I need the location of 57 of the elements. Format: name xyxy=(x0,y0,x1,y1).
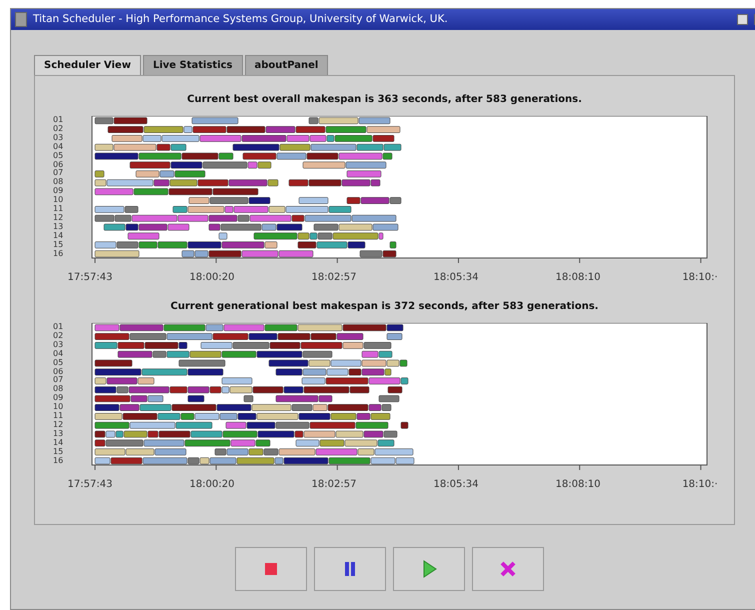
row-label: 10 xyxy=(53,403,64,412)
row-label: 06 xyxy=(53,368,64,376)
row-label: 11 xyxy=(53,412,64,421)
row-label: 12 xyxy=(53,420,64,430)
pause-button[interactable] xyxy=(314,547,386,591)
row-label: 09 xyxy=(53,394,64,403)
row-label: 01 xyxy=(53,116,64,125)
axis-tick-label: 18:05:34 xyxy=(432,478,480,492)
row-label: 04 xyxy=(53,142,64,152)
row-label: 15 xyxy=(53,240,64,250)
axis-tick-label: 18:08:10 xyxy=(554,478,602,492)
axis-tick-label: 18:00:20 xyxy=(188,478,236,492)
row-label: 12 xyxy=(53,214,64,223)
axis-tick-label: 18:00:20 xyxy=(188,271,236,285)
row-label: 15 xyxy=(53,448,64,457)
row-label: 16 xyxy=(53,456,64,466)
chart-title: Current best overall makespan is 363 seconds, after 583 generations. xyxy=(187,94,582,105)
axis-tick-label: 17:57:43 xyxy=(66,478,114,492)
axis-tick-label: 17:57:43 xyxy=(66,271,114,285)
row-label: 14 xyxy=(53,232,64,241)
axis-tick-label: 18:05:34 xyxy=(432,271,480,285)
row-label: 02 xyxy=(53,124,64,134)
axis-tick-label: 18:02:57 xyxy=(310,271,358,285)
axis-tick-label: 18:10:· xyxy=(681,271,719,285)
tab[interactable]: Scheduler View xyxy=(34,55,141,75)
row-label: 04 xyxy=(53,350,64,359)
cancel-button[interactable] xyxy=(472,547,544,591)
row-label: 13 xyxy=(53,222,64,232)
tab[interactable]: Live Statistics xyxy=(142,55,243,75)
row-label: 03 xyxy=(53,134,64,143)
row-label: 10 xyxy=(53,196,64,205)
axis-tick-label: 18:02:57 xyxy=(310,478,358,492)
stop-icon xyxy=(262,560,280,578)
row-label: 14 xyxy=(53,438,64,448)
row-label: 09 xyxy=(53,187,64,196)
play-button[interactable] xyxy=(393,547,465,591)
row-label: 05 xyxy=(53,152,64,161)
window-title: Titan Scheduler - High Performance Systems Group, University of Warwick, UK. xyxy=(33,12,449,27)
row-label: 07 xyxy=(53,376,64,385)
axis-tick-label: 18:08:10 xyxy=(554,271,602,285)
row-label: 06 xyxy=(53,160,64,169)
stop-button[interactable] xyxy=(235,547,307,591)
window-menu-icon[interactable] xyxy=(15,12,27,27)
row-label: 13 xyxy=(53,430,64,439)
tab[interactable]: aboutPanel xyxy=(244,55,328,75)
close-icon xyxy=(499,560,517,578)
row-label: 02 xyxy=(53,332,64,341)
row-label: 08 xyxy=(53,178,64,187)
row-label: 16 xyxy=(53,250,64,258)
row-label: 01 xyxy=(53,323,64,332)
row-label: 11 xyxy=(53,205,64,214)
row-label: 05 xyxy=(53,358,64,368)
row-label: 03 xyxy=(53,340,64,350)
row-label: 07 xyxy=(53,169,64,178)
chart-title: Current generational best makespan is 372 seconds, after 583 generations. xyxy=(170,301,598,312)
axis-tick-label: 18:10:· xyxy=(681,478,719,492)
row-label: 08 xyxy=(53,385,64,394)
